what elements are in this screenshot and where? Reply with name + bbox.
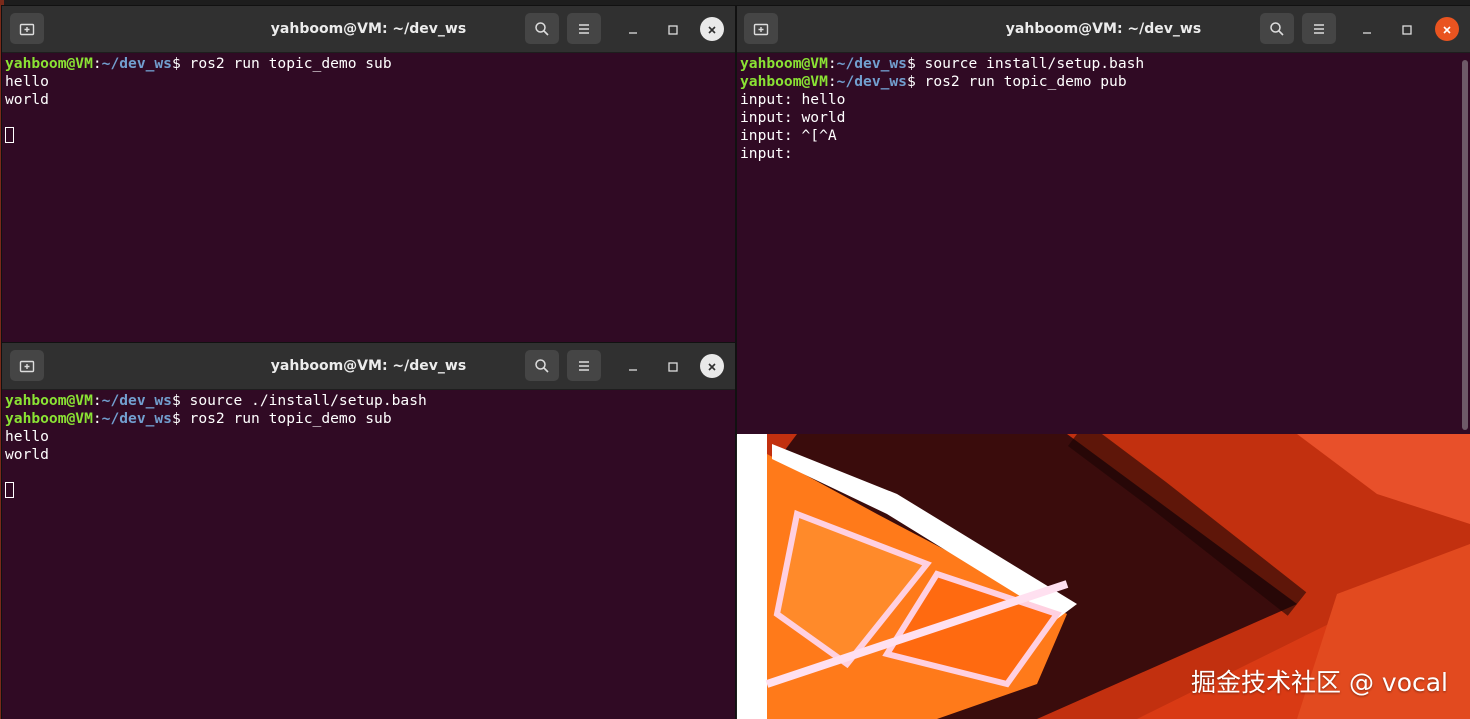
minimize-icon	[628, 20, 638, 39]
prompt-path: ~/dev_ws	[836, 73, 907, 90]
terminal-output[interactable]: yahboom@VM:~/dev_ws$ source install/setu…	[737, 53, 1470, 434]
terminal-line: input: world	[740, 109, 1470, 127]
terminal-window-top-left[interactable]: yahboom@VM: ~/dev_ws yahboom@VM:~/dev_ws…	[2, 6, 735, 342]
prompt-path: ~/dev_ws	[101, 410, 172, 427]
new-tab-icon	[19, 358, 35, 374]
close-button[interactable]	[700, 354, 724, 378]
prompt-separator: :	[92, 392, 102, 409]
prompt-user: yahboom@VM	[5, 410, 93, 427]
output-text: input: hello	[740, 91, 846, 108]
search-icon	[534, 358, 550, 374]
terminal-window-right[interactable]: yahboom@VM: ~/dev_ws yahboom@VM:~/dev_ws…	[737, 6, 1470, 434]
prompt-user: yahboom@VM	[5, 55, 93, 72]
prompt-separator: :	[92, 55, 102, 72]
search-button[interactable]	[1260, 13, 1294, 44]
menu-button[interactable]	[567, 13, 601, 44]
search-button[interactable]	[525, 13, 559, 44]
window-titlebar[interactable]: yahboom@VM: ~/dev_ws	[2, 343, 735, 390]
terminal-output[interactable]: yahboom@VM:~/dev_ws$ ros2 run topic_demo…	[2, 53, 735, 342]
terminal-cursor	[5, 127, 14, 143]
new-tab-icon	[753, 21, 769, 37]
maximize-button[interactable]	[1395, 17, 1419, 41]
desktop-wallpaper: 掘金技术社区 @ vocal	[737, 434, 1470, 719]
output-text: world	[5, 446, 49, 463]
minimize-icon	[628, 357, 638, 376]
terminal-line: input:	[740, 145, 1470, 163]
output-text: input:	[740, 145, 802, 162]
prompt-user: yahboom@VM	[5, 392, 93, 409]
maximize-icon	[668, 357, 678, 376]
hamburger-menu-icon	[577, 359, 591, 373]
new-tab-icon	[19, 21, 35, 37]
prompt-separator: :	[827, 55, 837, 72]
prompt-separator: :	[92, 410, 102, 427]
terminal-line: yahboom@VM:~/dev_ws$ ros2 run topic_demo…	[5, 410, 735, 428]
terminal-line	[5, 482, 735, 500]
menu-button[interactable]	[1302, 13, 1336, 44]
terminal-line: yahboom@VM:~/dev_ws$ source ./install/se…	[5, 392, 735, 410]
terminal-line: hello	[5, 73, 735, 91]
maximize-icon	[668, 20, 678, 39]
terminal-line: yahboom@VM:~/dev_ws$ ros2 run topic_demo…	[740, 73, 1470, 91]
terminal-line: input: hello	[740, 91, 1470, 109]
terminal-line: yahboom@VM:~/dev_ws$ source install/setu…	[740, 55, 1470, 73]
prompt-separator: :	[827, 73, 837, 90]
window-titlebar[interactable]: yahboom@VM: ~/dev_ws	[737, 6, 1470, 53]
maximize-icon	[1402, 20, 1412, 39]
maximize-button[interactable]	[661, 354, 685, 378]
hamburger-menu-icon	[1312, 22, 1326, 36]
scrollbar[interactable]	[1462, 56, 1468, 430]
close-icon	[707, 357, 717, 376]
new-tab-button[interactable]	[10, 350, 44, 381]
terminal-window-bottom-left[interactable]: yahboom@VM: ~/dev_ws yahboom@VM:~/dev_ws…	[2, 343, 735, 719]
search-icon	[534, 21, 550, 37]
close-button[interactable]	[1435, 17, 1459, 41]
minimize-icon	[1362, 20, 1372, 39]
prompt-path: ~/dev_ws	[101, 392, 172, 409]
terminal-line: yahboom@VM:~/dev_ws$ ros2 run topic_demo…	[5, 55, 735, 73]
new-tab-button[interactable]	[744, 13, 778, 44]
output-text: hello	[5, 73, 49, 90]
search-icon	[1269, 21, 1285, 37]
prompt-user: yahboom@VM	[740, 55, 828, 72]
prompt-user: yahboom@VM	[740, 73, 828, 90]
output-text: hello	[5, 428, 49, 445]
window-titlebar[interactable]: yahboom@VM: ~/dev_ws	[2, 6, 735, 53]
search-button[interactable]	[525, 350, 559, 381]
command-text: $ source install/setup.bash	[906, 55, 1145, 72]
command-text: $ ros2 run topic_demo sub	[171, 410, 392, 427]
watermark-text: 掘金技术社区 @ vocal	[1191, 668, 1448, 697]
terminal-line: world	[5, 446, 735, 464]
close-button[interactable]	[700, 17, 724, 41]
prompt-path: ~/dev_ws	[101, 55, 172, 72]
terminal-output[interactable]: yahboom@VM:~/dev_ws$ source ./install/se…	[2, 390, 735, 719]
terminal-line	[5, 127, 735, 145]
maximize-button[interactable]	[661, 17, 685, 41]
command-text: $ ros2 run topic_demo pub	[906, 73, 1127, 90]
output-text: input: ^[^A	[740, 127, 837, 144]
output-text: input: world	[740, 109, 846, 126]
command-text: $ ros2 run topic_demo sub	[171, 55, 392, 72]
scrollbar-thumb[interactable]	[1462, 60, 1468, 430]
terminal-line: hello	[5, 428, 735, 446]
minimize-button[interactable]	[621, 17, 645, 41]
hamburger-menu-icon	[577, 22, 591, 36]
terminal-line: world	[5, 91, 735, 109]
minimize-button[interactable]	[621, 354, 645, 378]
terminal-line: input: ^[^A	[740, 127, 1470, 145]
new-tab-button[interactable]	[10, 13, 44, 44]
output-text: world	[5, 91, 49, 108]
command-text: $ source ./install/setup.bash	[171, 392, 427, 409]
close-icon	[707, 20, 717, 39]
terminal-cursor	[5, 482, 14, 498]
prompt-path: ~/dev_ws	[836, 55, 907, 72]
minimize-button[interactable]	[1355, 17, 1379, 41]
close-icon	[1442, 20, 1452, 39]
menu-button[interactable]	[567, 350, 601, 381]
